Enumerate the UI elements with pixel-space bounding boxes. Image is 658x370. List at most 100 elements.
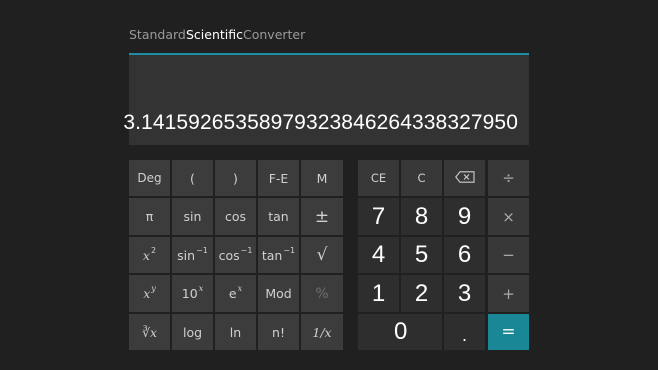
digit-9-button[interactable]: 9 <box>444 198 485 235</box>
digit-0-label: 0 <box>394 318 408 345</box>
digit-7-button[interactable]: 7 <box>358 198 399 235</box>
digit-3-button[interactable]: 3 <box>444 275 485 312</box>
ln-button[interactable]: ln <box>215 314 256 350</box>
tab-standard[interactable]: Standard <box>129 27 186 42</box>
exp-button[interactable]: ex <box>215 275 256 312</box>
plus-button[interactable]: + <box>488 275 529 312</box>
open-paren-button[interactable]: ( <box>172 160 213 196</box>
sqrt-button[interactable]: √ <box>301 237 343 273</box>
atan-exponent: −1 <box>283 245 296 255</box>
power-button[interactable]: xy <box>129 275 170 312</box>
close-paren-label: ) <box>233 170 238 186</box>
reciprocal-label: 1/x <box>312 324 332 340</box>
negate-button[interactable]: ± <box>301 198 343 235</box>
digit-7-label: 7 <box>371 202 386 230</box>
display-value: 3.14159265358979323846264338327950 <box>123 111 518 134</box>
cos-label: cos <box>224 209 247 224</box>
digit-3-label: 3 <box>457 279 472 307</box>
square-button[interactable]: x2 <box>129 237 170 273</box>
atan-button[interactable]: tan −1 <box>258 237 299 273</box>
tab-converter[interactable]: Converter <box>243 27 305 42</box>
digit-5-button[interactable]: 5 <box>401 237 442 273</box>
digit-6-label: 6 <box>457 241 472 268</box>
factorial-button[interactable]: n! <box>258 314 299 350</box>
negate-label: ± <box>314 206 330 227</box>
pi-label: π <box>145 209 154 224</box>
open-paren-label: ( <box>190 170 195 186</box>
factorial-label: n! <box>272 324 285 340</box>
digit-1-button[interactable]: 1 <box>358 275 399 312</box>
clear-entry-label: CE <box>370 171 387 185</box>
equals-label: = <box>501 322 516 342</box>
clear-label: C <box>417 171 426 185</box>
minus-label: − <box>502 246 515 264</box>
percent-label: % <box>315 285 329 302</box>
sin-label: sin <box>183 209 202 224</box>
root-y-label: ∛x <box>141 324 157 340</box>
square-base: x <box>142 247 150 263</box>
tan-button[interactable]: tan <box>258 198 299 235</box>
cos-button[interactable]: cos <box>215 198 256 235</box>
equals-button[interactable]: = <box>488 314 529 350</box>
asin-base: sin <box>177 247 196 263</box>
acos-base: cos <box>218 247 240 263</box>
digit-8-button[interactable]: 8 <box>401 198 442 235</box>
digit-1-label: 1 <box>371 279 386 307</box>
acos-exponent: −1 <box>240 245 253 255</box>
asin-button[interactable]: sin −1 <box>172 237 213 273</box>
ten-power-exponent: x <box>198 284 204 293</box>
reciprocal-button[interactable]: 1/x <box>301 314 343 350</box>
backspace-button[interactable] <box>444 160 485 196</box>
deg-label: Deg <box>137 171 162 185</box>
divide-label: ÷ <box>502 169 515 187</box>
close-paren-button[interactable]: ) <box>215 160 256 196</box>
tan-label: tan <box>268 209 289 224</box>
exp-base: e <box>228 286 237 301</box>
mod-label: Mod <box>265 286 292 301</box>
digit-0-button[interactable]: 0 <box>358 314 442 350</box>
digit-9-label: 9 <box>457 202 472 230</box>
root-y-button[interactable]: ∛x <box>129 314 170 350</box>
fe-label: F-E <box>268 170 289 186</box>
power-base: x <box>143 286 151 301</box>
multiply-label: × <box>502 207 515 226</box>
log-button[interactable]: log <box>172 314 213 350</box>
digit-2-label: 2 <box>414 279 429 307</box>
mod-button[interactable]: Mod <box>258 275 299 312</box>
ten-power-button[interactable]: 10 x <box>172 275 213 312</box>
result-display: 3.14159265358979323846264338327950 <box>123 53 529 145</box>
decimal-button[interactable]: . <box>444 314 485 350</box>
deg-button[interactable]: Deg <box>129 160 170 196</box>
tab-scientific[interactable]: Scientific <box>186 27 243 42</box>
memory-button[interactable]: M <box>301 160 343 196</box>
power-exponent: y <box>151 284 156 293</box>
digit-2-button[interactable]: 2 <box>401 275 442 312</box>
multiply-button[interactable]: × <box>488 198 529 235</box>
minus-button[interactable]: − <box>488 237 529 273</box>
sin-button[interactable]: sin <box>172 198 213 235</box>
fe-button[interactable]: F-E <box>258 160 299 196</box>
log-label: log <box>182 324 203 340</box>
exp-exponent: x <box>237 284 243 293</box>
digit-8-label: 8 <box>414 202 429 230</box>
square-exponent: 2 <box>150 245 157 255</box>
backspace-icon <box>454 170 475 186</box>
atan-base: tan <box>261 247 283 263</box>
digit-5-label: 5 <box>414 241 429 268</box>
digit-6-button[interactable]: 6 <box>444 237 485 273</box>
percent-button[interactable]: % <box>301 275 343 312</box>
clear-entry-button[interactable]: CE <box>358 160 399 196</box>
pi-button[interactable]: π <box>129 198 170 235</box>
ln-label: ln <box>229 324 242 340</box>
digit-4-label: 4 <box>371 241 386 268</box>
sqrt-label: √ <box>316 245 328 265</box>
digit-4-button[interactable]: 4 <box>358 237 399 273</box>
ten-power-base: 10 <box>181 286 198 301</box>
asin-exponent: −1 <box>196 245 208 255</box>
divide-button[interactable]: ÷ <box>488 160 529 196</box>
decimal-label: . <box>461 325 467 345</box>
clear-button[interactable]: C <box>401 160 442 196</box>
acos-button[interactable]: cos −1 <box>215 237 256 273</box>
memory-label: M <box>316 170 328 186</box>
plus-label: + <box>502 284 515 303</box>
